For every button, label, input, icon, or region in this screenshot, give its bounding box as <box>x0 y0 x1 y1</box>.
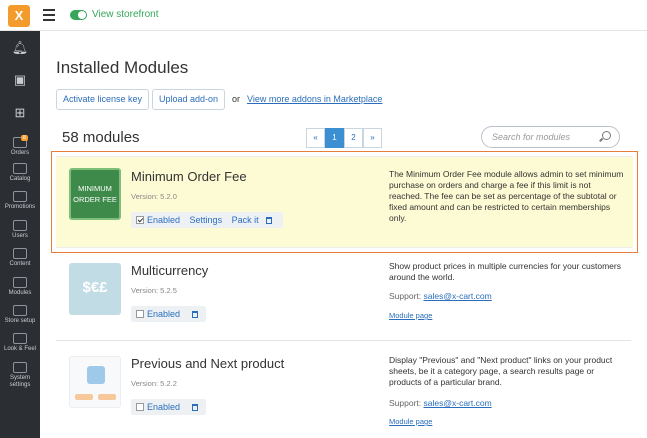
sidebar-item-look-feel[interactable]: Look & Feel <box>0 333 40 353</box>
modules-icon <box>13 277 27 288</box>
module-name: Multicurrency <box>131 263 209 278</box>
bell-icon[interactable]: 🔔︎ <box>0 40 40 56</box>
support-email-link[interactable]: sales@x-cart.com <box>424 291 492 301</box>
add-icon[interactable]: ⊞ <box>0 105 40 121</box>
module-actions: Enabled Settings Pack it <box>131 212 283 228</box>
enabled-label[interactable]: Enabled <box>147 309 180 319</box>
orders-badge: 8 <box>21 135 28 141</box>
menu-icon[interactable] <box>43 9 55 21</box>
row-divider <box>56 340 631 341</box>
module-actions: Enabled <box>131 399 206 415</box>
search-icon[interactable] <box>602 131 611 140</box>
module-name: Previous and Next product <box>131 356 285 371</box>
enabled-checkbox[interactable] <box>136 403 144 411</box>
module-description: Display "Previous" and "Next product" li… <box>389 355 613 387</box>
pack-it-link[interactable]: Pack it <box>232 215 259 225</box>
search-placeholder: Search for modules <box>492 132 571 142</box>
xcart-logo[interactable]: X <box>8 5 30 27</box>
support-email-link[interactable]: sales@x-cart.com <box>424 398 492 408</box>
enabled-label[interactable]: Enabled <box>147 215 180 225</box>
sidebar-item-store-setup[interactable]: Store setup <box>0 305 40 325</box>
pager-page-1[interactable]: 1 <box>325 128 344 148</box>
sidebar: 🔔︎ ▣ ⊞ 8 Orders Catalog Promotions Users… <box>0 31 40 438</box>
store-setup-icon <box>13 305 27 316</box>
support-info: Support: sales@x-cart.com <box>389 398 492 408</box>
support-info: Support: sales@x-cart.com <box>389 291 492 301</box>
promotions-icon <box>13 191 27 202</box>
minimum-order-fee-icon: MINIMUM ORDER FEE <box>69 168 121 220</box>
trash-icon[interactable] <box>266 217 273 224</box>
storefront-icon[interactable]: ▣ <box>0 72 40 88</box>
sidebar-item-catalog[interactable]: Catalog <box>0 163 40 183</box>
or-text: or <box>232 94 241 104</box>
module-page-link[interactable]: Module page <box>389 311 432 320</box>
storefront-toggle[interactable] <box>70 10 87 20</box>
sidebar-item-content[interactable]: Content <box>0 248 40 268</box>
tshirt-icon <box>87 366 105 384</box>
module-description: Show product prices in multiple currenci… <box>389 261 621 282</box>
catalog-icon <box>13 163 27 174</box>
sidebar-item-modules[interactable]: Modules <box>0 277 40 297</box>
system-settings-icon <box>13 362 27 373</box>
upload-addon-button[interactable]: Upload add-on <box>152 89 226 110</box>
prev-arrow-icon <box>75 394 93 400</box>
module-description: The Minimum Order Fee module allows admi… <box>389 169 624 223</box>
modules-count: 58 modules <box>62 129 140 146</box>
search-input[interactable]: Search for modules <box>481 126 620 148</box>
module-name: Minimum Order Fee <box>131 169 247 184</box>
enabled-checkbox[interactable] <box>136 216 144 224</box>
module-version: Version: 5.2.5 <box>131 286 177 295</box>
next-arrow-icon <box>98 394 116 400</box>
multicurrency-icon: $€£ <box>69 263 121 315</box>
marketplace-link[interactable]: View more addons in Marketplace <box>247 94 382 104</box>
page-title: Installed Modules <box>56 58 189 77</box>
content-icon <box>13 248 27 259</box>
module-page-link[interactable]: Module page <box>389 417 432 426</box>
pager-prev[interactable]: « <box>306 128 325 148</box>
enabled-label[interactable]: Enabled <box>147 402 180 412</box>
look-feel-icon <box>13 333 27 344</box>
trash-icon[interactable] <box>191 404 198 411</box>
previous-next-product-icon <box>69 356 121 408</box>
activate-license-button[interactable]: Activate license key <box>56 89 150 110</box>
trash-icon[interactable] <box>191 311 198 318</box>
enabled-checkbox[interactable] <box>136 310 144 318</box>
sidebar-item-promotions[interactable]: Promotions <box>0 191 40 211</box>
module-version: Version: 5.2.2 <box>131 379 177 388</box>
top-bar: X View storefront <box>0 0 647 31</box>
sidebar-item-system-settings[interactable]: System settings <box>0 362 40 389</box>
pager-next[interactable]: » <box>363 128 382 148</box>
pager-page-2[interactable]: 2 <box>344 128 363 148</box>
users-icon <box>13 220 27 231</box>
sidebar-item-orders[interactable]: 8 Orders <box>0 135 40 157</box>
settings-link[interactable]: Settings <box>190 215 223 225</box>
view-storefront-link[interactable]: View storefront <box>92 9 159 20</box>
module-version: Version: 5.2.0 <box>131 192 177 201</box>
module-actions: Enabled <box>131 306 206 322</box>
sidebar-item-users[interactable]: Users <box>0 220 40 240</box>
